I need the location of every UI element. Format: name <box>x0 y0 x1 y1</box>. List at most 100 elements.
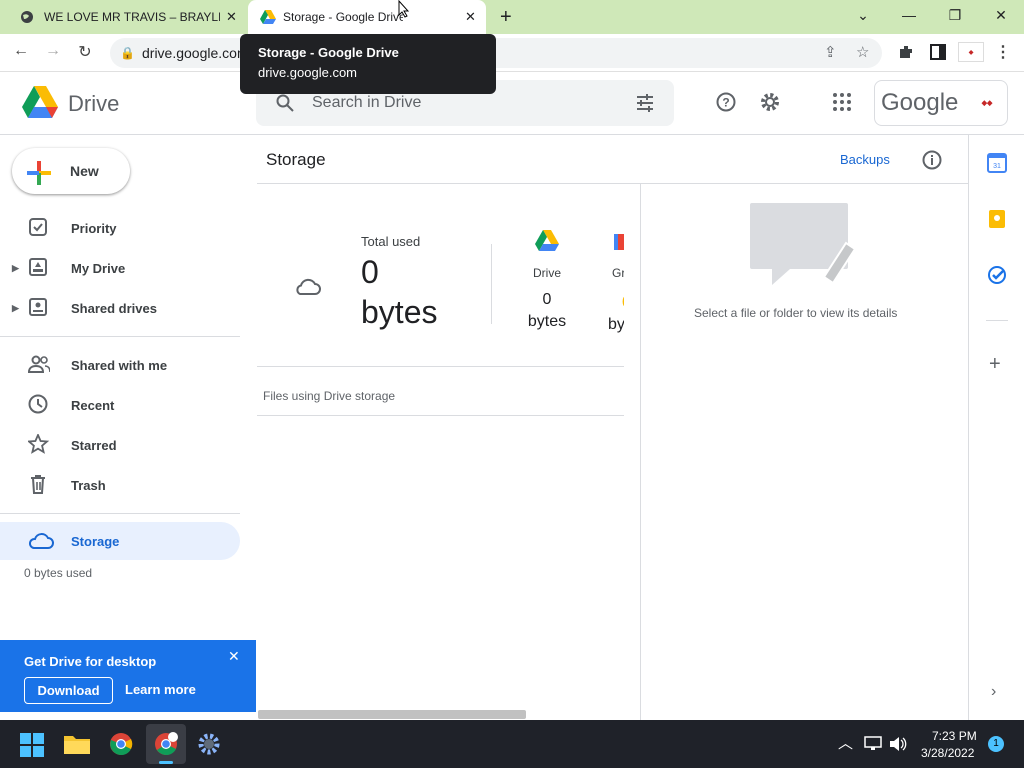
apps-grid-icon[interactable] <box>832 92 852 112</box>
learn-more-link[interactable]: Learn more <box>125 682 196 697</box>
sidebar-item-priority[interactable]: Priority <box>0 210 240 246</box>
google-logo-text: Google <box>881 89 959 116</box>
drive-logo-icon[interactable] <box>22 86 58 118</box>
menu-kebab-icon[interactable]: ⋮ <box>992 42 1014 62</box>
address-bar[interactable]: 🔒 drive.google.com ⇪ ☆ <box>110 38 882 68</box>
back-icon[interactable]: ← <box>10 42 32 60</box>
close-window-icon[interactable]: ✕ <box>986 4 1016 26</box>
tooltip-title: Storage - Google Drive <box>258 45 399 60</box>
extensions-icon[interactable] <box>898 44 914 60</box>
restore-icon[interactable]: ❐ <box>940 4 970 26</box>
drive-header: Drive Search in Drive ? Google ◆◆ <box>0 72 1024 135</box>
drive-usage-unit: bytes <box>527 313 567 330</box>
new-button[interactable]: New <box>12 148 130 194</box>
chrome-profile-icon <box>155 732 178 755</box>
tasks-icon[interactable] <box>987 265 1007 285</box>
sidebar-item-my-drive[interactable]: ▶ My Drive <box>0 250 240 286</box>
tab-tooltip: Storage - Google Drive drive.google.com <box>240 34 496 94</box>
sidebar-item-label: Trash <box>71 477 106 493</box>
chrome-icon[interactable] <box>109 732 133 756</box>
side-panel-divider <box>968 135 969 720</box>
info-icon[interactable] <box>922 150 942 170</box>
taskbar-time[interactable]: 7:23 PM <box>932 729 977 743</box>
sidebar-item-shared-drives[interactable]: ▶ Shared drives <box>0 290 240 326</box>
active-app-indicator <box>159 761 173 764</box>
gmail-usage-column: Gr 0 by <box>600 230 624 340</box>
cloud-icon <box>296 278 321 295</box>
browser-tab-inactive[interactable]: WE LOVE MR TRAVIS – BRAYLIN.C ✕ <box>8 0 248 34</box>
horizontal-scrollbar[interactable] <box>258 710 526 719</box>
details-empty-text: Select a file or folder to view its deta… <box>694 306 898 320</box>
side-panel-icon[interactable] <box>930 44 946 60</box>
svg-text:31: 31 <box>993 163 1001 170</box>
tab-title: WE LOVE MR TRAVIS – BRAYLIN.C <box>44 10 220 24</box>
forward-icon[interactable]: → <box>42 42 64 60</box>
chrome-profile-active[interactable] <box>146 724 186 764</box>
browser-tab-strip: WE LOVE MR TRAVIS – BRAYLIN.C ✕ Storage … <box>0 0 1024 34</box>
sidebar-divider <box>0 513 240 514</box>
help-icon[interactable]: ? <box>716 92 736 112</box>
close-tab-icon[interactable]: ✕ <box>465 9 476 25</box>
sidebar-item-label: Starred <box>71 437 117 453</box>
search-options-icon[interactable] <box>636 94 654 112</box>
sidebar-item-label: Shared drives <box>71 300 157 316</box>
details-panel-divider <box>640 184 641 720</box>
backups-link[interactable]: Backups <box>840 152 890 167</box>
tab-search-icon[interactable]: ⌄ <box>848 4 878 26</box>
empty-details-illustration <box>750 203 857 285</box>
file-explorer-icon[interactable] <box>64 733 90 755</box>
sidebar-item-shared-with-me[interactable]: Shared with me <box>0 347 240 383</box>
cloud-icon <box>28 533 54 549</box>
drive-logo-icon <box>535 230 559 251</box>
clock-icon <box>28 394 48 414</box>
download-button[interactable]: Download <box>24 677 113 704</box>
star-icon <box>28 434 50 454</box>
calendar-icon[interactable]: 31 <box>987 153 1007 173</box>
drive-usage-label: Drive <box>532 266 561 280</box>
bookmark-star-icon[interactable]: ☆ <box>856 38 869 68</box>
taskbar-date[interactable]: 3/28/2022 <box>921 746 974 760</box>
storage-used-text: 0 bytes used <box>24 566 93 580</box>
new-tab-icon[interactable]: + <box>500 6 512 29</box>
settings-app-icon[interactable] <box>197 732 221 756</box>
expand-panel-chevron-icon[interactable]: › <box>991 683 996 701</box>
gmail-usage-unit: by <box>608 316 624 333</box>
expand-arrow-icon[interactable]: ▶ <box>12 263 19 274</box>
sidebar-item-storage[interactable]: Storage <box>0 522 240 560</box>
windows-taskbar: ︿ 7:23 PM 3/28/2022 1 <box>0 720 1024 768</box>
minimize-icon[interactable]: — <box>894 4 924 26</box>
sidebar-item-recent[interactable]: Recent <box>0 387 240 423</box>
close-tab-icon[interactable]: ✕ <box>226 9 237 25</box>
mouse-cursor-icon <box>398 0 410 18</box>
summary-divider <box>491 244 492 324</box>
sidebar-item-trash[interactable]: Trash <box>0 467 240 503</box>
gmail-usage-value: 0 <box>622 294 624 312</box>
drive-logo-text[interactable]: Drive <box>68 91 119 117</box>
search-icon[interactable] <box>276 94 294 112</box>
notification-badge[interactable]: 1 <box>988 736 1004 752</box>
expand-arrow-icon[interactable]: ▶ <box>12 303 19 314</box>
account-area[interactable]: Google ◆◆ <box>874 80 1008 126</box>
keep-icon[interactable] <box>987 209 1007 229</box>
close-promo-icon[interactable]: ✕ <box>228 648 240 665</box>
organization-logo: ◆◆ <box>981 100 993 107</box>
sidebar-item-starred[interactable]: Starred <box>0 427 240 463</box>
sidebar-item-label: Shared with me <box>71 357 168 373</box>
tray-chevron-up-icon[interactable]: ︿ <box>838 732 853 753</box>
reload-icon[interactable]: ↻ <box>74 42 96 62</box>
profile-avatar[interactable]: ◆ <box>958 42 984 62</box>
search-input[interactable]: Search in Drive <box>312 94 421 112</box>
share-icon[interactable]: ⇪ <box>824 38 837 68</box>
lock-icon: 🔒 <box>120 46 135 60</box>
settings-gear-icon[interactable] <box>760 92 780 112</box>
browser-tab-active[interactable]: Storage - Google Drive ✕ <box>248 0 486 34</box>
new-button-label: New <box>70 163 99 179</box>
desktop-promo-banner: Get Drive for desktop ✕ Download Learn m… <box>0 640 256 712</box>
windows-start-icon[interactable] <box>20 733 44 757</box>
add-addon-icon[interactable]: + <box>989 353 1001 376</box>
volume-icon[interactable] <box>889 736 907 752</box>
sidebar-item-label: Storage <box>71 533 120 549</box>
page-title: Storage <box>266 150 326 169</box>
network-icon[interactable] <box>864 736 882 752</box>
gmail-logo-icon <box>614 234 624 250</box>
